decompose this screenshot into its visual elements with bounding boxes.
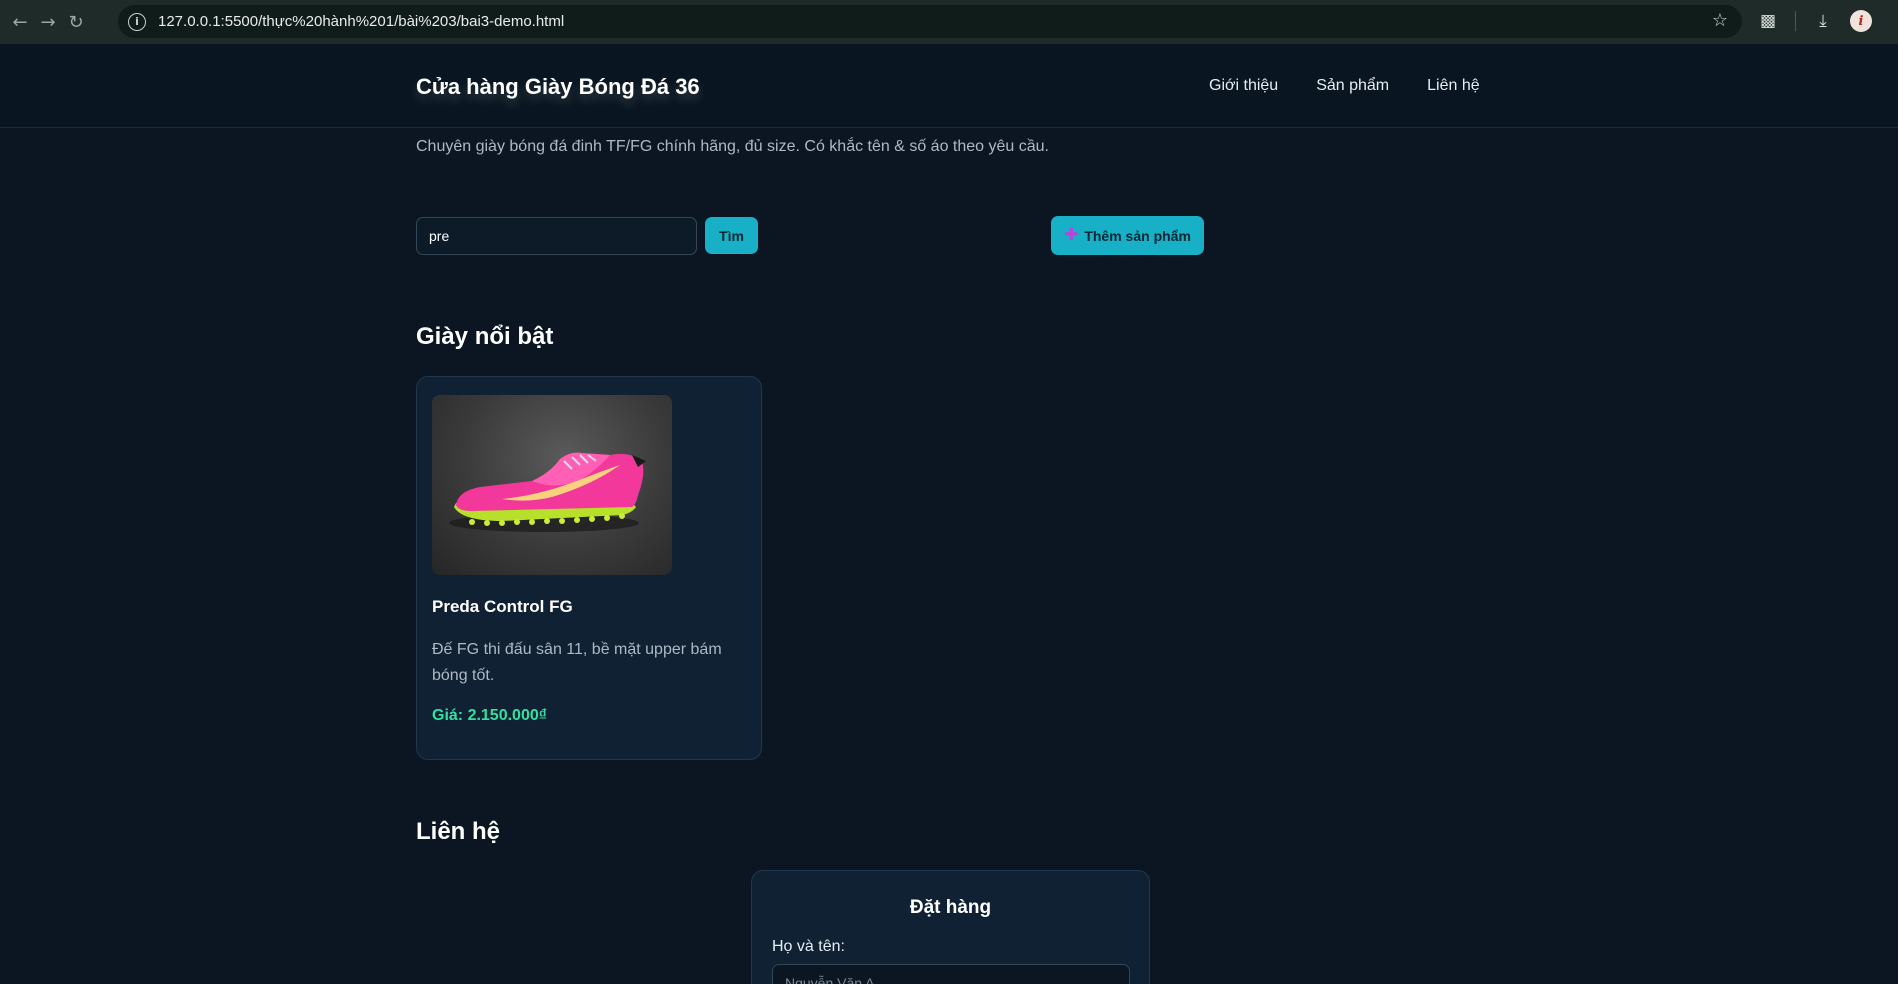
- nav-link-products[interactable]: Sản phẩm: [1316, 77, 1389, 95]
- order-form-title: Đặt hàng: [909, 897, 992, 918]
- search-button[interactable]: Tìm: [705, 217, 758, 254]
- url-text[interactable]: 127.0.0.1:5500/thực%20hành%201/bài%203/b…: [158, 13, 564, 30]
- tagline: Chuyên giày bóng đá đinh TF/FG chính hãn…: [416, 138, 1049, 155]
- bookmark-star-icon[interactable]: ☆: [1712, 10, 1728, 31]
- order-form: Đặt hàng Họ và tên:: [751, 870, 1150, 984]
- product-description: Đế FG thi đấu sân 11, bề mặt upper bám b…: [432, 641, 722, 684]
- browser-toolbar: ← → ↻ i 127.0.0.1:5500/thực%20hành%201/b…: [0, 0, 1898, 44]
- search-input[interactable]: [416, 217, 697, 255]
- plus-icon: ✚: [1064, 225, 1079, 245]
- site-title: Cửa hàng Giày Bóng Đá 36: [416, 74, 700, 99]
- site-nav: Giới thiệu Sản phẩm Liên hệ: [1209, 77, 1480, 95]
- back-arrow-icon[interactable]: ←: [6, 8, 34, 36]
- product-price: Giá: 2.150.000₫: [432, 707, 547, 724]
- site-info-icon[interactable]: i: [128, 12, 146, 31]
- contact-section-title: Liên hệ: [416, 818, 501, 845]
- toolbar-divider: [1795, 11, 1796, 31]
- featured-section-title: Giày nổi bật: [416, 323, 554, 350]
- product-card[interactable]: Preda Control FG Đế FG thi đấu sân 11, b…: [416, 376, 762, 760]
- pink-football-boot-image: [432, 395, 672, 575]
- profile-avatar-icon[interactable]: i: [1850, 10, 1872, 32]
- name-field[interactable]: [772, 964, 1130, 984]
- nav-link-contact[interactable]: Liên hệ: [1427, 77, 1480, 95]
- name-field-label: Họ và tên:: [772, 938, 845, 955]
- reload-icon[interactable]: ↻: [62, 8, 90, 36]
- product-name: Preda Control FG: [432, 597, 573, 616]
- address-bar[interactable]: i 127.0.0.1:5500/thực%20hành%201/bài%203…: [118, 5, 1742, 38]
- site-header: Cửa hàng Giày Bóng Đá 36 Giới thiệu Sản …: [0, 44, 1898, 128]
- nav-link-intro[interactable]: Giới thiệu: [1209, 77, 1278, 95]
- download-icon[interactable]: ⤓: [1810, 8, 1836, 34]
- extensions-icon[interactable]: ▩: [1755, 8, 1781, 34]
- add-product-button[interactable]: ✚ Thêm sản phẩm: [1051, 216, 1204, 255]
- add-product-label: Thêm sản phẩm: [1084, 227, 1191, 244]
- forward-arrow-icon[interactable]: →: [34, 8, 62, 36]
